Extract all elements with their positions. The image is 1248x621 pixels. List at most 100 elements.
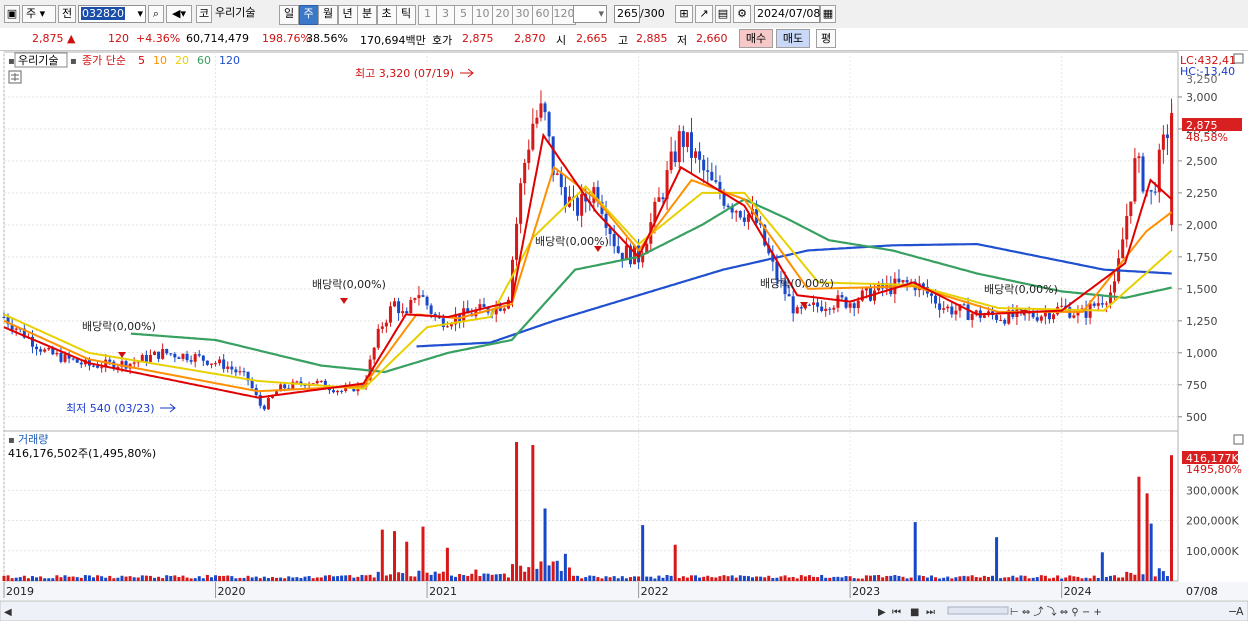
candle-body [79,362,83,365]
volume-bar [140,575,144,581]
volume-bar [51,578,55,581]
volume-bar [689,575,693,581]
period-tab-0[interactable]: 일 [279,5,299,25]
volume-bar [47,578,51,581]
close-panel-icon[interactable] [1233,53,1244,64]
volume-bar [498,574,502,581]
volume-bar [323,575,327,581]
volume-bar [336,576,340,581]
scroll-thumb[interactable] [947,606,1009,615]
time-tick-label: 2019 [6,585,34,598]
volume-bar [1125,571,1129,581]
volume-bar [462,575,466,581]
candle-body [1100,303,1104,305]
volume-bar [889,575,893,581]
candle-body [234,369,238,373]
volume-bar [1092,575,1096,581]
zoom-tools-icon[interactable]: ⊢ ⇔ ⤴ ⤵ ⇔ ⚲ − + [1010,605,1102,618]
price-axis-top-tick: 3,250 [1186,73,1218,86]
volume-bar [730,575,734,581]
volume-bar [559,570,563,581]
market-badge[interactable]: 코 [196,5,212,23]
interval-tab-1[interactable]: 1 [418,5,437,25]
volume-bar [535,568,539,581]
speaker-icon[interactable]: ◀▾ [166,5,192,23]
candle-body [820,306,824,311]
candle-body [616,246,620,253]
volume-bar [153,577,157,581]
gear-icon[interactable]: ⚙ [733,5,751,23]
close-panel-icon[interactable] [1233,434,1244,445]
chevron-down-icon[interactable]: ▾ [137,6,143,22]
scroll-right-icon[interactable]: ▶ [878,607,886,618]
interval-tab-20[interactable]: 20 [492,5,513,25]
volume-bar [327,575,331,581]
rewind-icon[interactable]: ⏮ [892,607,901,618]
volume-bar [79,577,83,581]
candle-body [384,322,388,327]
date-input[interactable]: 2024/07/08 [754,5,820,23]
volume-bar [405,541,409,581]
text-tool-icon[interactable]: A [1236,605,1244,618]
stop-icon[interactable]: ■ [910,607,919,618]
bid-price: 2,870 [514,32,546,45]
period-tab-3[interactable]: 년 [337,5,358,25]
search-icon[interactable]: ⌕ [148,5,164,23]
volume-bar [864,575,868,581]
stock-code-input[interactable]: 032820 ▾ [78,5,146,23]
prev-button[interactable]: 전 [58,5,76,23]
volume-bar [576,575,580,581]
eval-button[interactable]: 평 [816,29,836,48]
candle-body [1141,156,1145,192]
period-tab-4[interactable]: 분 [357,5,377,25]
buy-button[interactable]: 매수 [739,29,773,48]
volume-panel[interactable] [3,430,1179,582]
interval-tab-30[interactable]: 30 [512,5,533,25]
volume-bar [474,569,478,581]
candle-body [1092,303,1096,306]
volume-bar [641,525,645,581]
volume-bar [938,578,942,581]
candle-style-icon[interactable]: ⊞ [675,5,693,23]
interval-select[interactable]: ▾ [573,5,607,23]
volume-bar [112,578,116,581]
period-tab-2[interactable]: 월 [318,5,338,25]
interval-tab-10[interactable]: 10 [472,5,493,25]
stock-chart[interactable]: 3,0002,7502,5002,2502,0001,7501,5001,250… [0,50,1248,621]
count-input[interactable]: 265 [614,5,640,23]
volume-bar [694,575,698,581]
volume-bar [246,575,250,581]
volume-bar [1096,578,1100,581]
volume-bar [332,576,336,581]
type-select[interactable]: 주 ▾ [22,5,56,23]
volume-bar [616,578,620,581]
save-icon[interactable]: ▤ [715,5,731,23]
candle-body [372,347,376,360]
volume-bar [986,576,990,581]
volume-bar [372,577,376,581]
period-tab-5[interactable]: 초 [376,5,397,25]
period-tab-1[interactable]: 주 [298,5,319,25]
line-draw-icon[interactable]: ↗ [695,5,713,23]
interval-tab-3[interactable]: 3 [436,5,455,25]
fast-forward-icon[interactable]: ⏭ [926,607,935,618]
candle-body [706,170,710,172]
interval-tab-60[interactable]: 60 [532,5,553,25]
current-price-pct: 48,58% [1186,131,1228,144]
volume-bar [96,575,100,581]
stock-name-field[interactable]: 우리기술 [213,5,275,23]
period-tab-6[interactable]: 틱 [396,5,416,25]
volume-bar [59,577,63,581]
interval-tab-5[interactable]: 5 [454,5,473,25]
price-tick-label: 1,250 [1186,315,1218,328]
sell-button[interactable]: 매도 [776,29,810,48]
candle-body [59,352,63,362]
scroll-left-icon[interactable]: ◀ [4,607,12,618]
chart-window-icon[interactable]: ▣ [4,5,20,23]
calendar-icon[interactable]: ▦ [820,5,836,23]
volume-bar [1121,577,1125,581]
legend-stock-name: 우리기술 [18,54,58,67]
quote-label: 호가 [432,34,453,47]
candle-body [429,305,433,314]
volume-bar [950,578,954,581]
